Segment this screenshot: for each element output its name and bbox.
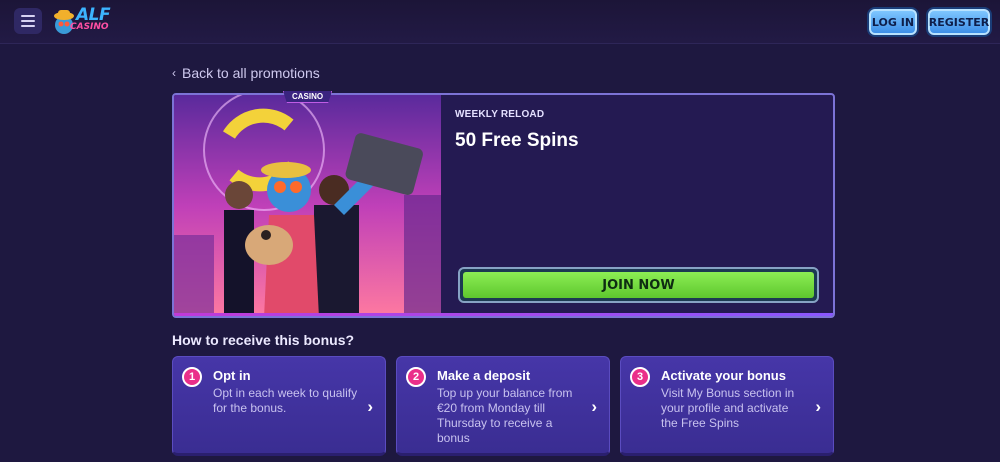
step-card-activate-bonus[interactable]: 3 Activate your bonus Visit My Bonus sec… <box>620 356 834 456</box>
step-title: Make a deposit <box>437 368 531 383</box>
category-tag: CASINO <box>283 91 333 103</box>
back-link-label: Back to all promotions <box>182 65 320 81</box>
steps-heading: How to receive this bonus? <box>172 332 355 348</box>
step-number-badge: 1 <box>182 367 202 387</box>
menu-line-icon <box>21 25 35 27</box>
top-header: ALF CASINO LOG IN REGISTER <box>0 0 1000 44</box>
join-now-button[interactable]: JOIN NOW <box>458 267 819 303</box>
join-now-label: JOIN NOW <box>463 272 814 298</box>
back-to-promotions-link[interactable]: ‹ Back to all promotions <box>172 65 320 81</box>
register-button[interactable]: REGISTER <box>928 9 990 35</box>
chevron-right-icon: › <box>591 397 597 416</box>
step-title: Activate your bonus <box>661 368 786 383</box>
step-card-opt-in[interactable]: 1 Opt in Opt in each week to qualify for… <box>172 356 386 456</box>
step-number-badge: 3 <box>630 367 650 387</box>
step-card-make-deposit[interactable]: 2 Make a deposit Top up your balance fro… <box>396 356 610 456</box>
step-description: Visit My Bonus section in your profile a… <box>661 386 795 430</box>
menu-line-icon <box>21 20 35 22</box>
step-description: Top up your balance from €20 from Monday… <box>437 386 573 445</box>
hamburger-menu-button[interactable] <box>14 8 42 34</box>
logo-text-casino: CASINO <box>70 22 109 32</box>
chevron-right-icon: › <box>367 397 373 416</box>
step-description: Opt in each week to qualify for the bonu… <box>213 386 358 415</box>
promotion-card: WEEKLY RELOAD 50 Free Spins JOIN NOW <box>172 93 835 318</box>
step-title: Opt in <box>213 368 251 383</box>
login-button[interactable]: LOG IN <box>869 9 917 35</box>
chevron-left-icon: ‹ <box>172 66 176 80</box>
promo-title: 50 Free Spins <box>455 130 579 151</box>
promo-banner-image <box>174 95 441 316</box>
promo-text-block: WEEKLY RELOAD 50 Free Spins <box>455 109 579 152</box>
promo-eyebrow: WEEKLY RELOAD <box>455 109 545 120</box>
step-number-badge: 2 <box>406 367 426 387</box>
chevron-right-icon: › <box>815 397 821 416</box>
menu-line-icon <box>21 15 35 17</box>
